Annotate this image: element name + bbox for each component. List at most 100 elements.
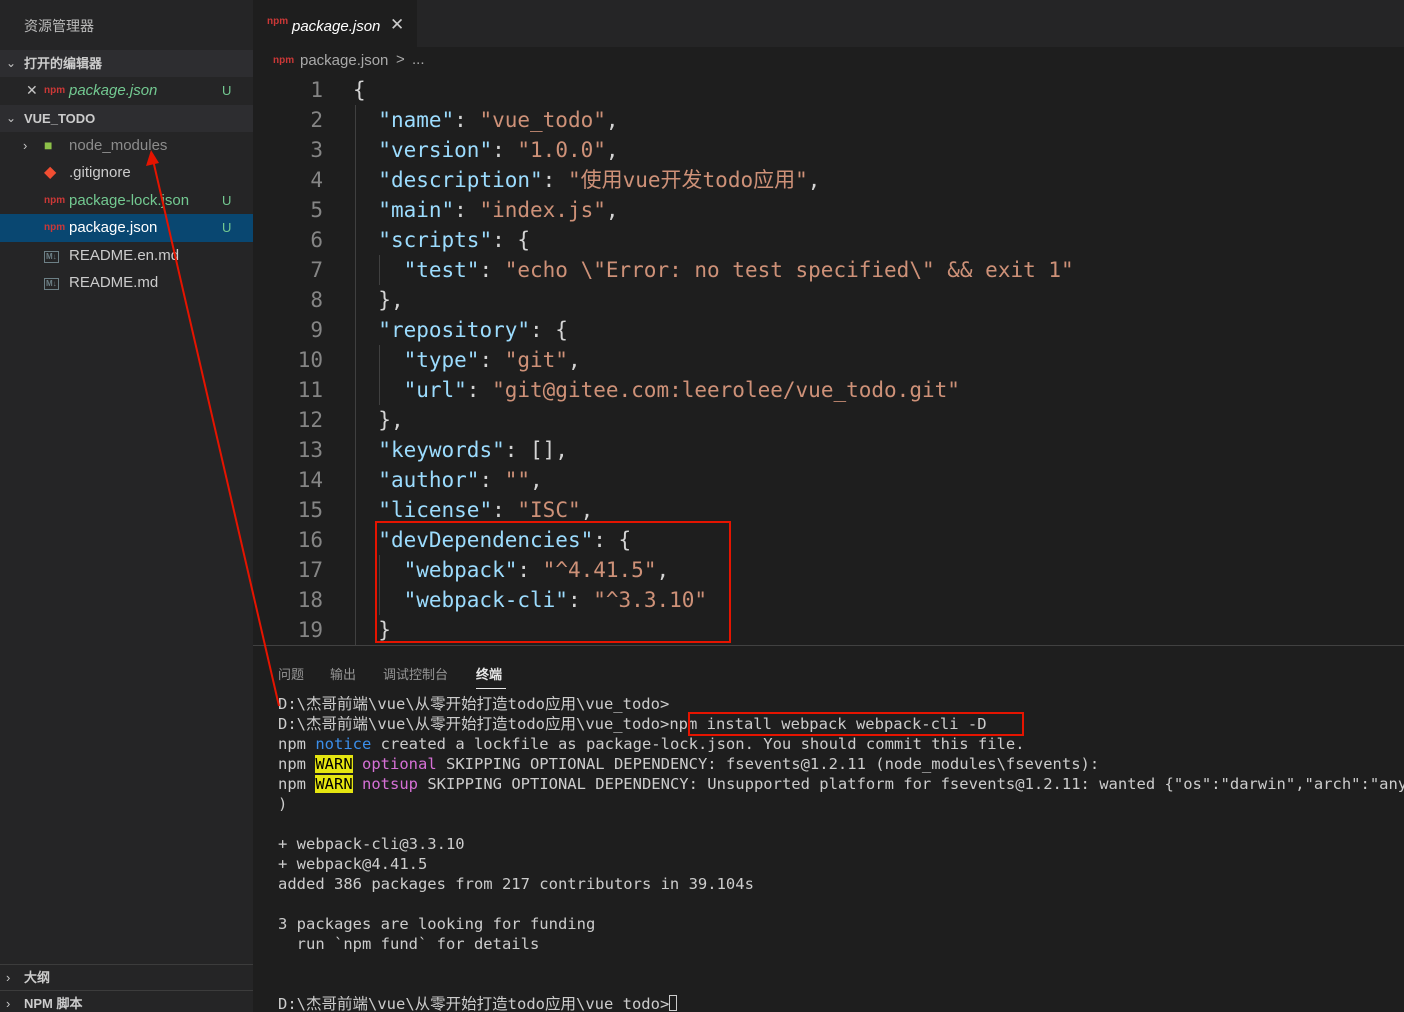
tab-terminal[interactable]: 终端 xyxy=(476,664,502,683)
breadcrumb-file[interactable]: package.json xyxy=(300,52,388,69)
json-value: "vue_todo" xyxy=(479,108,606,132)
json-value: "使用vue开发todo应用" xyxy=(567,168,808,192)
code-line: "test": "echo \"Error: no test specified… xyxy=(403,258,1074,282)
json-key: "url" xyxy=(403,378,467,402)
open-editor-item[interactable]: ✕ npm package.json U xyxy=(0,77,253,105)
open-editors-label: 打开的编辑器 xyxy=(24,56,103,71)
line-number: 5 xyxy=(310,198,323,222)
code-line: }, xyxy=(378,408,404,432)
tree-item-label: .gitignore xyxy=(69,164,131,181)
terminal-line: ) xyxy=(278,795,288,813)
tree-item-gitignore[interactable]: ◆ .gitignore xyxy=(0,159,253,187)
terminal-line: 3 packages are looking for funding xyxy=(278,915,596,933)
open-editors-section[interactable]: ⌄ 打开的编辑器 xyxy=(0,50,253,77)
tab-problems[interactable]: 问题 xyxy=(278,664,304,683)
json-key: "license" xyxy=(378,498,493,522)
tab-output[interactable]: 输出 xyxy=(330,664,356,683)
npm-file-icon: npm xyxy=(267,16,289,27)
tree-item-node-modules[interactable]: › ■ node_modules xyxy=(0,132,253,160)
terminal-line: npm WARN notsup SKIPPING OPTIONAL DEPEND… xyxy=(278,774,1404,794)
tab-package-json[interactable]: npm package.json ✕ xyxy=(253,0,417,47)
line-number: 2 xyxy=(310,108,323,132)
npm-scripts-label: NPM 脚本 xyxy=(24,996,83,1011)
terminal-text: SKIPPING OPTIONAL DEPENDENCY: fsevents@1… xyxy=(436,755,1100,773)
breadcrumb-separator: > xyxy=(396,51,405,68)
code-line: }, xyxy=(378,288,404,312)
tree-item-package-json[interactable]: npm package.json U xyxy=(0,214,253,242)
highlight-box-command xyxy=(688,712,1024,736)
terminal-prompt: D:\杰哥前端\vue\从零开始打造todo应用\vue_todo> xyxy=(278,995,670,1012)
code-line: "name": "vue_todo", xyxy=(378,108,619,132)
terminal-text: npm xyxy=(278,735,316,753)
git-status-badge: U xyxy=(222,192,232,208)
npm-file-icon: npm xyxy=(273,55,295,66)
json-key: "type" xyxy=(403,348,480,372)
chevron-right-icon: › xyxy=(6,996,11,1011)
markdown-icon: M↓ xyxy=(44,278,59,290)
json-value: "git@gitee.com:leerolee/vue_todo.git" xyxy=(492,378,960,402)
project-section[interactable]: ⌄ VUE_TODO xyxy=(0,104,253,132)
json-value: "git" xyxy=(504,348,568,372)
npm-file-icon: npm xyxy=(44,85,66,96)
npm-scripts-section[interactable]: › NPM 脚本 xyxy=(0,990,253,1012)
json-key: "repository" xyxy=(378,318,531,342)
git-icon: ◆ xyxy=(44,164,57,181)
line-number: 6 xyxy=(310,228,323,252)
terminal-line: + webpack@4.41.5 xyxy=(278,855,428,873)
code-line: "repository": { xyxy=(378,318,568,342)
line-number: 13 xyxy=(297,438,323,462)
terminal-line: + webpack-cli@3.3.10 xyxy=(278,835,465,853)
terminal-warn: WARN xyxy=(315,755,353,773)
code-line: "version": "1.0.0", xyxy=(378,138,619,162)
json-key: "version" xyxy=(378,138,493,162)
terminal-line: D:\杰哥前端\vue\从零开始打造todo应用\vue_todo> xyxy=(278,994,678,1012)
folder-icon: ■ xyxy=(44,136,53,153)
open-editor-filename: package.json xyxy=(69,82,158,99)
tree-item-readme-en[interactable]: M↓ README.en.md xyxy=(0,242,253,270)
outline-section[interactable]: › 大纲 xyxy=(0,964,253,990)
highlight-box-devdependencies xyxy=(375,521,731,643)
terminal-text: created a lockfile as package-lock.json.… xyxy=(371,735,1025,753)
close-icon[interactable]: ✕ xyxy=(390,15,404,35)
line-number: 19 xyxy=(297,618,323,642)
code-editor[interactable]: 1 2 3 4 5 6 7 8 9 10 11 12 13 14 15 16 1… xyxy=(253,75,1404,645)
tree-item-label: node_modules xyxy=(69,136,168,154)
tree-item-readme[interactable]: M↓ README.md xyxy=(0,269,253,297)
line-number: 15 xyxy=(297,498,323,522)
line-number: 8 xyxy=(310,288,323,312)
json-value: "index.js" xyxy=(479,198,606,222)
code-line: "scripts": { xyxy=(378,228,531,252)
json-key: "main" xyxy=(378,198,455,222)
code-line: { xyxy=(353,78,366,102)
line-number: 18 xyxy=(297,588,323,612)
explorer-sidebar: 资源管理器 ⌄ 打开的编辑器 ✕ npm package.json U ⌄ VU… xyxy=(0,0,253,1012)
tree-item-label: README.en.md xyxy=(69,246,180,264)
terminal-line: run `npm fund` for details xyxy=(278,935,540,953)
npm-file-icon: npm xyxy=(44,222,66,233)
json-key: "keywords" xyxy=(378,438,505,462)
code-line: "url": "git@gitee.com:leerolee/vue_todo.… xyxy=(403,378,960,402)
terminal-warn: WARN xyxy=(315,775,353,793)
tree-item-package-lock[interactable]: npm package-lock.json U xyxy=(0,187,253,215)
terminal-notice: notice xyxy=(315,735,372,753)
json-value: "ISC" xyxy=(517,498,581,522)
bottom-panel: 问题 输出 调试控制台 终端 D:\杰哥前端\vue\从零开始打造todo应用\… xyxy=(253,645,1404,1012)
tree-item-label: package-lock.json xyxy=(69,191,190,209)
code-line: "main": "index.js", xyxy=(378,198,619,222)
line-number: 11 xyxy=(297,378,323,402)
chevron-right-icon: › xyxy=(23,137,28,153)
json-key: "author" xyxy=(378,468,480,492)
line-number: 17 xyxy=(297,558,323,582)
breadcrumb: npm package.json > ... xyxy=(253,47,1404,75)
close-icon[interactable]: ✕ xyxy=(26,77,38,105)
npm-file-icon: npm xyxy=(44,194,66,206)
breadcrumb-more[interactable]: ... xyxy=(412,51,425,68)
active-tab-indicator xyxy=(476,688,506,689)
line-number: 4 xyxy=(310,168,323,192)
terminal-line: D:\杰哥前端\vue\从零开始打造todo应用\vue_todo> xyxy=(278,695,670,713)
line-number: 14 xyxy=(297,468,323,492)
tab-debug-console[interactable]: 调试控制台 xyxy=(383,664,448,683)
line-number: 7 xyxy=(310,258,323,282)
